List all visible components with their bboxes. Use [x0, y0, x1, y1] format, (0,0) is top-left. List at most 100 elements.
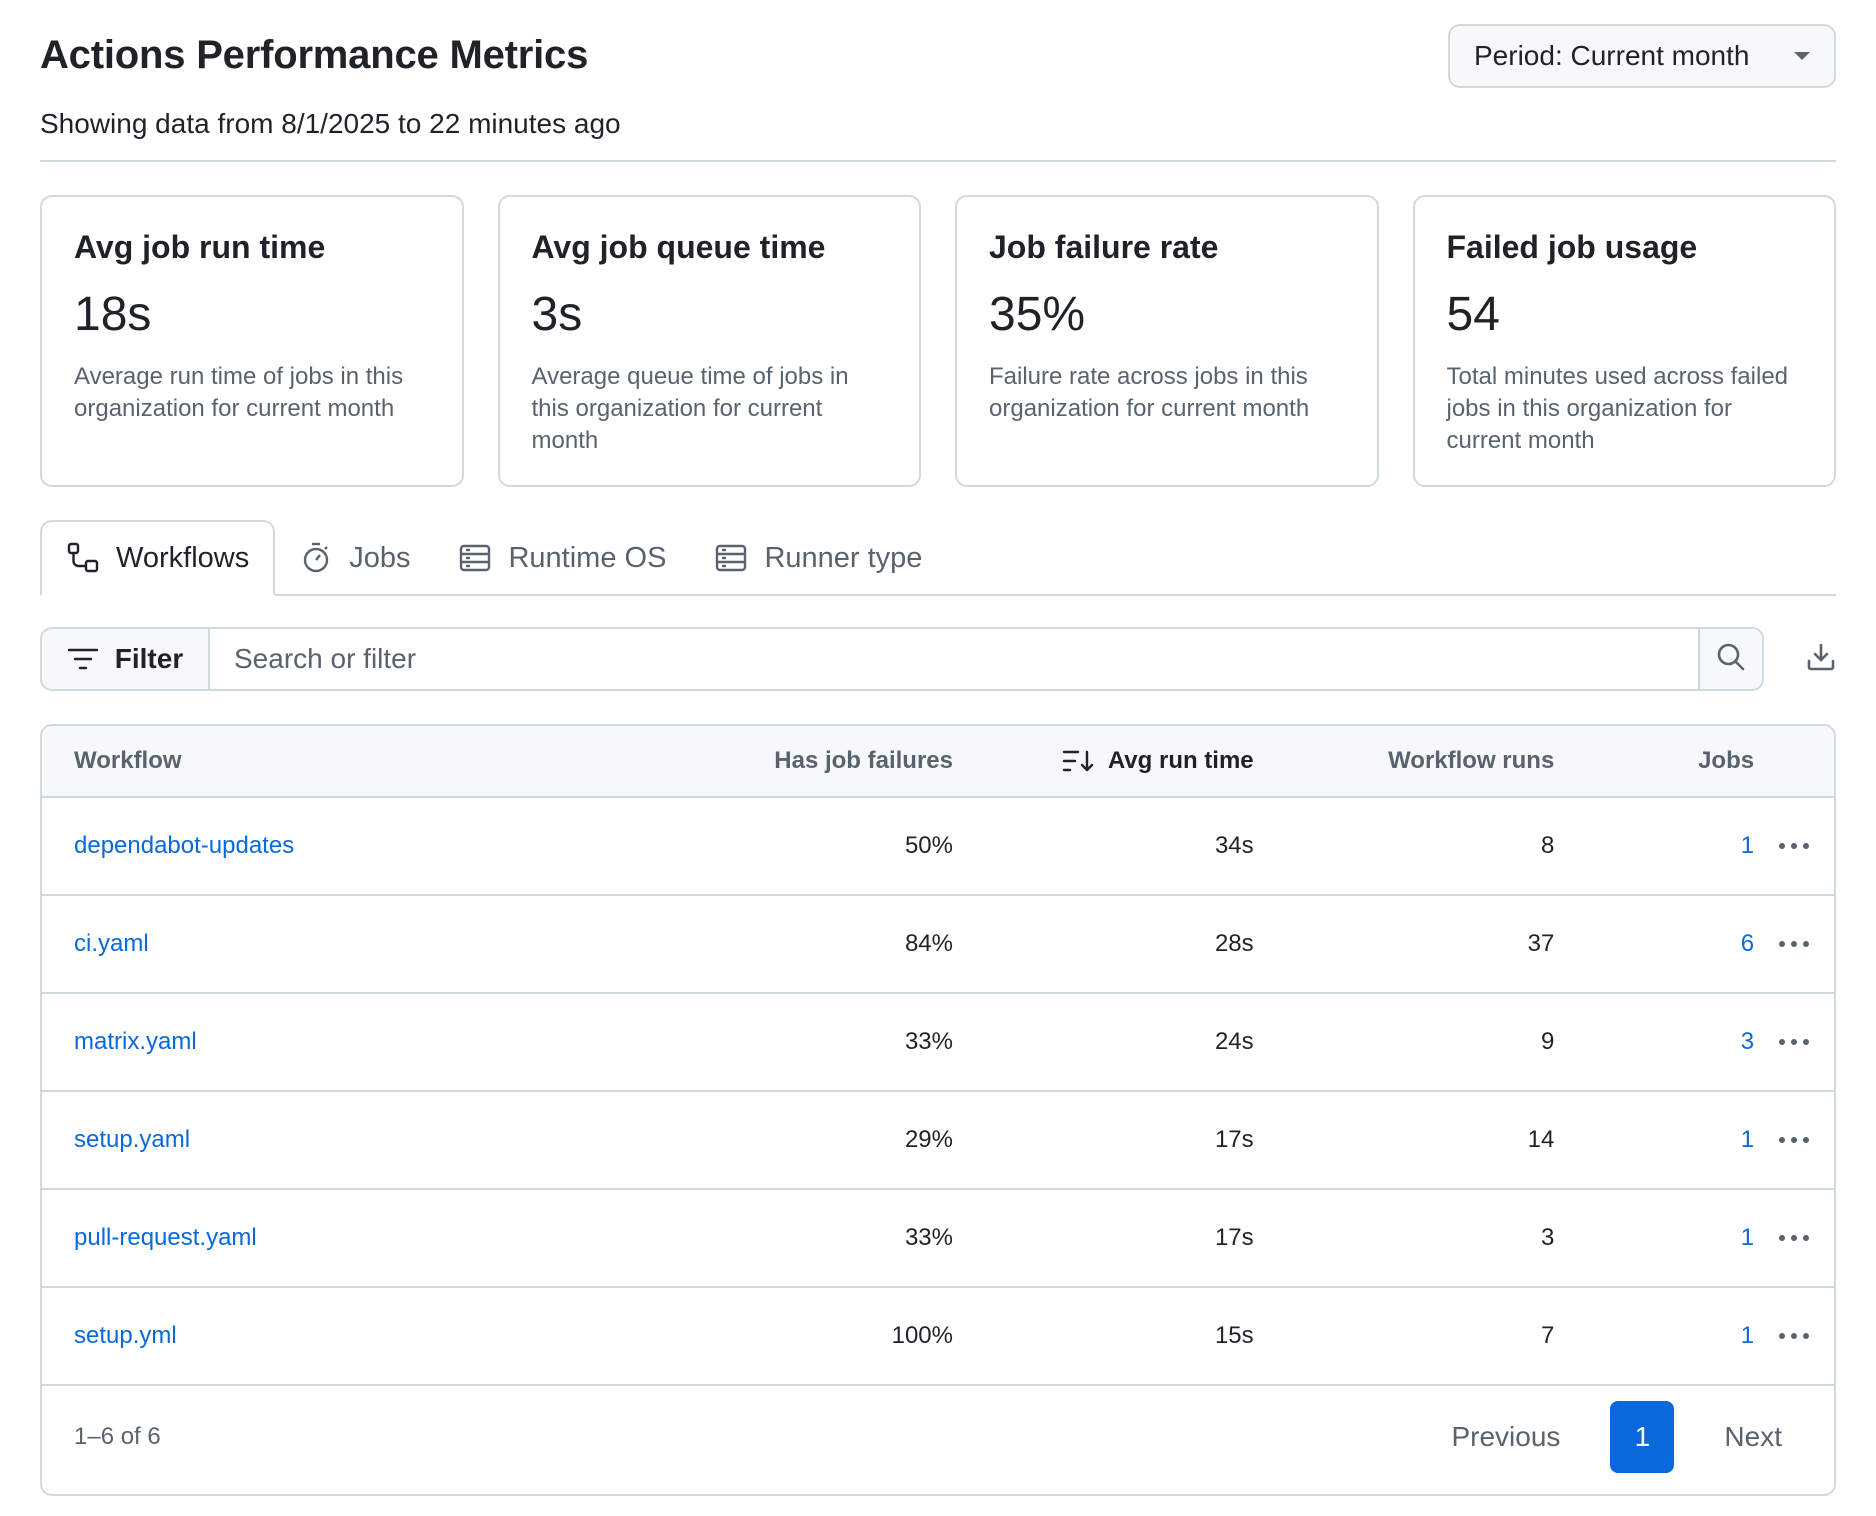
column-header-failures[interactable]: Has job failures	[521, 747, 953, 775]
server-icon	[714, 541, 748, 575]
row-actions-button[interactable]	[1771, 1227, 1817, 1249]
metric-card-title: Avg job queue time	[531, 229, 826, 265]
tab-workflows[interactable]: Workflows	[40, 520, 276, 596]
caret-down-icon	[1794, 52, 1810, 60]
column-header-jobs[interactable]: Jobs	[1554, 747, 1754, 775]
runs-cell: 37	[1527, 930, 1555, 957]
runtime-cell: 15s	[1214, 1322, 1254, 1349]
download-button[interactable]	[1764, 627, 1836, 691]
workflow-link[interactable]: setup.yaml	[74, 1126, 190, 1153]
jobs-link[interactable]: 1	[1741, 1322, 1754, 1349]
page-header: Actions Performance Metrics Showing data…	[40, 0, 1836, 162]
page: Actions Performance Metrics Showing data…	[0, 0, 1876, 1516]
page-1-button[interactable]: 1	[1610, 1401, 1675, 1473]
workflow-link[interactable]: pull-request.yaml	[74, 1224, 257, 1251]
runtime-cell: 17s	[1214, 1224, 1254, 1251]
runs-cell: 7	[1540, 1322, 1555, 1349]
metric-card-title: Failed job usage	[1446, 229, 1698, 265]
kebab-dot-icon	[1791, 1333, 1798, 1339]
tab-bar: Workflows Jobs Runtime OS Runner type	[40, 520, 1836, 596]
tab-label: Jobs	[349, 541, 411, 574]
search-input[interactable]	[210, 629, 1698, 689]
table-header: Workflow Has job failures Avg run time W…	[42, 726, 1834, 798]
failures-cell: 100%	[891, 1322, 953, 1349]
jobs-link[interactable]: 3	[1741, 1028, 1754, 1055]
jobs-link[interactable]: 1	[1741, 1126, 1754, 1153]
metric-card-description: Failure rate across jobs in this organiz…	[989, 363, 1310, 422]
filter-button-label: Filter	[114, 643, 184, 674]
workflow-link[interactable]: setup.yml	[74, 1322, 177, 1349]
table-row: matrix.yaml 33% 24s 9 3	[42, 994, 1834, 1092]
metric-card-failed-usage: Failed job usage 54 Total minutes used a…	[1412, 195, 1836, 487]
failures-cell: 33%	[904, 1028, 953, 1055]
kebab-dot-icon	[1803, 843, 1810, 849]
table-row: pull-request.yaml 33% 17s 3 1	[42, 1190, 1834, 1288]
pagination-summary: 1–6 of 6	[74, 1423, 161, 1450]
runs-cell: 3	[1540, 1224, 1555, 1251]
filter-button[interactable]: Filter	[42, 629, 210, 689]
tab-label: Runtime OS	[508, 541, 667, 574]
kebab-dot-icon	[1803, 1039, 1810, 1045]
jobs-link[interactable]: 6	[1741, 930, 1754, 957]
server-icon	[458, 541, 492, 575]
metric-card-avg-queue-time: Avg job queue time 3s Average queue time…	[497, 195, 921, 487]
metric-card-description: Average run time of jobs in this organiz…	[74, 363, 404, 422]
runs-cell: 9	[1540, 1028, 1555, 1055]
workflow-link[interactable]: matrix.yaml	[74, 1028, 197, 1055]
period-dropdown-button[interactable]: Period: Current month	[1448, 24, 1836, 88]
row-actions-button[interactable]	[1771, 1031, 1817, 1053]
failures-cell: 84%	[904, 930, 953, 957]
pagination: Previous 1 Next	[1431, 1401, 1802, 1473]
column-header-workflow[interactable]: Workflow	[42, 747, 521, 775]
kebab-dot-icon	[1779, 1039, 1786, 1045]
runtime-cell: 34s	[1214, 832, 1254, 859]
next-page-button[interactable]: Next	[1704, 1411, 1802, 1463]
failures-cell: 50%	[904, 832, 953, 859]
row-actions-button[interactable]	[1771, 1129, 1817, 1151]
column-header-runs[interactable]: Workflow runs	[1254, 747, 1554, 775]
column-header-runtime[interactable]: Avg run time	[953, 747, 1254, 775]
kebab-dot-icon	[1779, 1235, 1786, 1241]
kebab-dot-icon	[1779, 1333, 1786, 1339]
workflow-link[interactable]: ci.yaml	[74, 930, 149, 957]
filter-bar: Filter	[40, 627, 1836, 691]
tab-runner-type[interactable]: Runner type	[690, 522, 946, 594]
download-icon	[1806, 642, 1836, 677]
tab-label: Runner type	[764, 541, 923, 574]
kebab-dot-icon	[1779, 941, 1786, 947]
table-row: setup.yml 100% 15s 7 1	[42, 1288, 1834, 1386]
row-actions-button[interactable]	[1771, 1325, 1817, 1347]
row-actions-button[interactable]	[1771, 835, 1817, 857]
sort-descending-icon	[1062, 749, 1094, 773]
runs-cell: 8	[1540, 832, 1555, 859]
search-button[interactable]	[1698, 629, 1762, 689]
failures-cell: 29%	[904, 1126, 953, 1153]
metric-card-description: Total minutes used across failed jobs in…	[1446, 363, 1789, 454]
date-range-subtitle: Showing data from 8/1/2025 to 22 minutes…	[40, 108, 621, 139]
table-footer: 1–6 of 6 Previous 1 Next	[42, 1386, 1834, 1488]
stopwatch-icon	[299, 541, 333, 575]
kebab-dot-icon	[1791, 1039, 1798, 1045]
row-actions-button[interactable]	[1771, 933, 1817, 955]
kebab-dot-icon	[1803, 1333, 1810, 1339]
metric-card-value: 35%	[989, 288, 1086, 341]
jobs-link[interactable]: 1	[1741, 832, 1754, 859]
kebab-dot-icon	[1779, 1137, 1786, 1143]
kebab-dot-icon	[1791, 941, 1798, 947]
table-row: ci.yaml 84% 28s 37 6	[42, 896, 1834, 994]
tab-jobs[interactable]: Jobs	[275, 522, 434, 594]
period-dropdown-label: Period: Current month	[1474, 40, 1750, 71]
metric-card-value: 54	[1446, 288, 1500, 341]
jobs-link[interactable]: 1	[1741, 1224, 1754, 1251]
tab-runtime-os[interactable]: Runtime OS	[434, 522, 690, 594]
runs-cell: 14	[1527, 1126, 1555, 1153]
metric-card-value: 3s	[531, 288, 583, 341]
previous-page-button[interactable]: Previous	[1431, 1411, 1580, 1463]
tab-label: Workflows	[116, 541, 250, 574]
metric-card-description: Average queue time of jobs in this organ…	[531, 363, 849, 454]
failures-cell: 33%	[904, 1224, 953, 1251]
metric-card-avg-run-time: Avg job run time 18s Average run time of…	[40, 195, 464, 487]
workflow-link[interactable]: dependabot-updates	[74, 832, 294, 859]
table-row: dependabot-updates 50% 34s 8 1	[42, 798, 1834, 896]
table-row: setup.yaml 29% 17s 14 1	[42, 1092, 1834, 1190]
